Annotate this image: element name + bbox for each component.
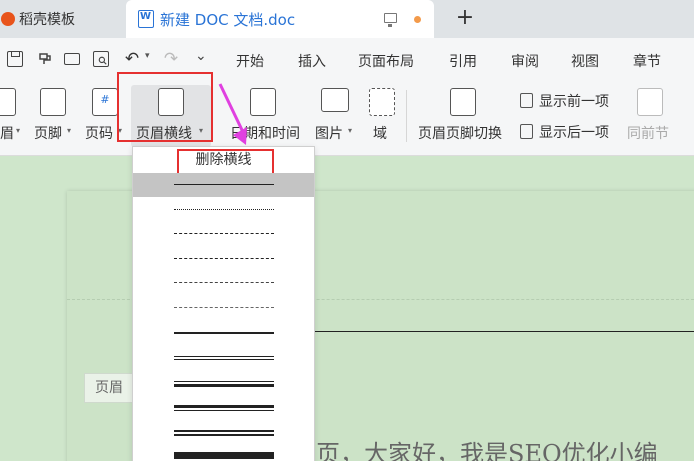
picture-button-label: 图片 (315, 126, 343, 142)
line-style-option[interactable] (133, 222, 314, 246)
switch-header-footer-label: 页眉页脚切换 (418, 126, 502, 142)
header-tag: 页眉 (84, 373, 134, 403)
print-icon[interactable] (64, 53, 80, 65)
print-preview-icon[interactable] (93, 51, 109, 67)
same-as-previous-label: 同前节 (627, 126, 669, 142)
menu-tab-view[interactable]: 视图 (571, 51, 599, 71)
divider (406, 90, 407, 142)
line-style-option[interactable] (133, 296, 314, 320)
page-number-icon: # (92, 88, 118, 116)
save-icon[interactable] (7, 51, 23, 67)
undo-dropdown-icon[interactable]: ▾ (145, 51, 150, 61)
switch-icon (450, 88, 476, 116)
menu-tab-section[interactable]: 章节 (633, 51, 661, 71)
menu-tab-insert[interactable]: 插入 (298, 51, 326, 71)
line-style-sample (174, 430, 274, 436)
line-style-option[interactable] (133, 419, 314, 443)
menu-tab-start[interactable]: 开始 (236, 51, 264, 71)
show-next-icon (520, 124, 533, 139)
menu-tab-review[interactable]: 审阅 (511, 51, 539, 71)
header-horizontal-line (314, 331, 694, 332)
unsaved-dot-icon (414, 16, 421, 23)
line-style-sample (174, 405, 274, 412)
caret-icon: ▾ (348, 126, 353, 135)
same-as-previous-icon (637, 88, 663, 116)
docer-logo-icon (1, 12, 15, 26)
tab-docer-templates[interactable]: 稻壳模板 (0, 0, 122, 38)
menu-tab-references[interactable]: 引用 (449, 51, 477, 71)
line-style-option[interactable] (133, 345, 314, 369)
line-style-sample (174, 454, 274, 459)
undo-icon[interactable]: ↶ (124, 51, 140, 68)
line-style-sample (174, 184, 274, 185)
tab-document[interactable]: 新建 DOC 文档.doc (126, 0, 434, 38)
line-style-sample (174, 257, 274, 259)
tab-bar: 稻壳模板 新建 DOC 文档.doc + (0, 0, 694, 38)
date-time-button-label: 日期和时间 (230, 126, 300, 142)
line-style-option[interactable] (133, 370, 314, 394)
format-painter-icon[interactable] (37, 51, 53, 67)
monitor-icon[interactable] (384, 13, 397, 27)
menu-tab-layout[interactable]: 页面布局 (358, 51, 414, 71)
highlight-box-header-line (117, 72, 213, 142)
line-style-sample (174, 380, 274, 387)
show-previous-button[interactable]: 显示前一项 (520, 91, 609, 111)
tab-label: 稻壳模板 (19, 12, 75, 28)
line-style-option[interactable] (133, 198, 314, 222)
show-next-label: 显示后一项 (539, 125, 609, 141)
field-button-label: 域 (373, 126, 387, 142)
show-next-button[interactable]: 显示后一项 (520, 122, 609, 142)
show-previous-label: 显示前一项 (539, 94, 609, 110)
new-tab-plus-icon[interactable]: + (455, 6, 475, 30)
line-style-option[interactable] (133, 173, 314, 197)
line-style-option[interactable] (133, 444, 314, 461)
line-style-sample (174, 331, 274, 334)
line-style-option[interactable] (133, 271, 314, 295)
line-style-option[interactable] (133, 247, 314, 271)
line-style-sample (174, 307, 274, 308)
calendar-icon (250, 88, 276, 116)
line-style-sample (174, 208, 274, 210)
footer-icon (40, 88, 66, 116)
picture-icon (321, 88, 349, 112)
redo-icon[interactable]: ↷ (163, 51, 179, 68)
header-button-label: 眉 (0, 126, 14, 142)
line-style-option[interactable] (133, 321, 314, 345)
header-line-dropdown: 删除横线 (132, 146, 315, 461)
line-style-sample (174, 282, 274, 284)
footer-button-label: 页脚 (34, 126, 62, 142)
caret-icon: ▾ (67, 126, 72, 135)
show-previous-icon (520, 93, 533, 108)
line-style-sample (174, 356, 274, 361)
tab-label: 新建 DOC 文档.doc (160, 10, 296, 29)
body-text: 页，大家好，我是SEO优化小编 (316, 440, 658, 461)
caret-icon: ▾ (16, 126, 21, 135)
more-dropdown-icon[interactable]: ⌄ (195, 48, 207, 64)
line-style-sample (174, 233, 274, 235)
page-number-button-label: 页码 (85, 126, 113, 142)
field-icon (369, 88, 395, 116)
line-style-option[interactable] (133, 394, 314, 418)
word-doc-icon (138, 10, 154, 28)
header-icon (0, 88, 16, 116)
